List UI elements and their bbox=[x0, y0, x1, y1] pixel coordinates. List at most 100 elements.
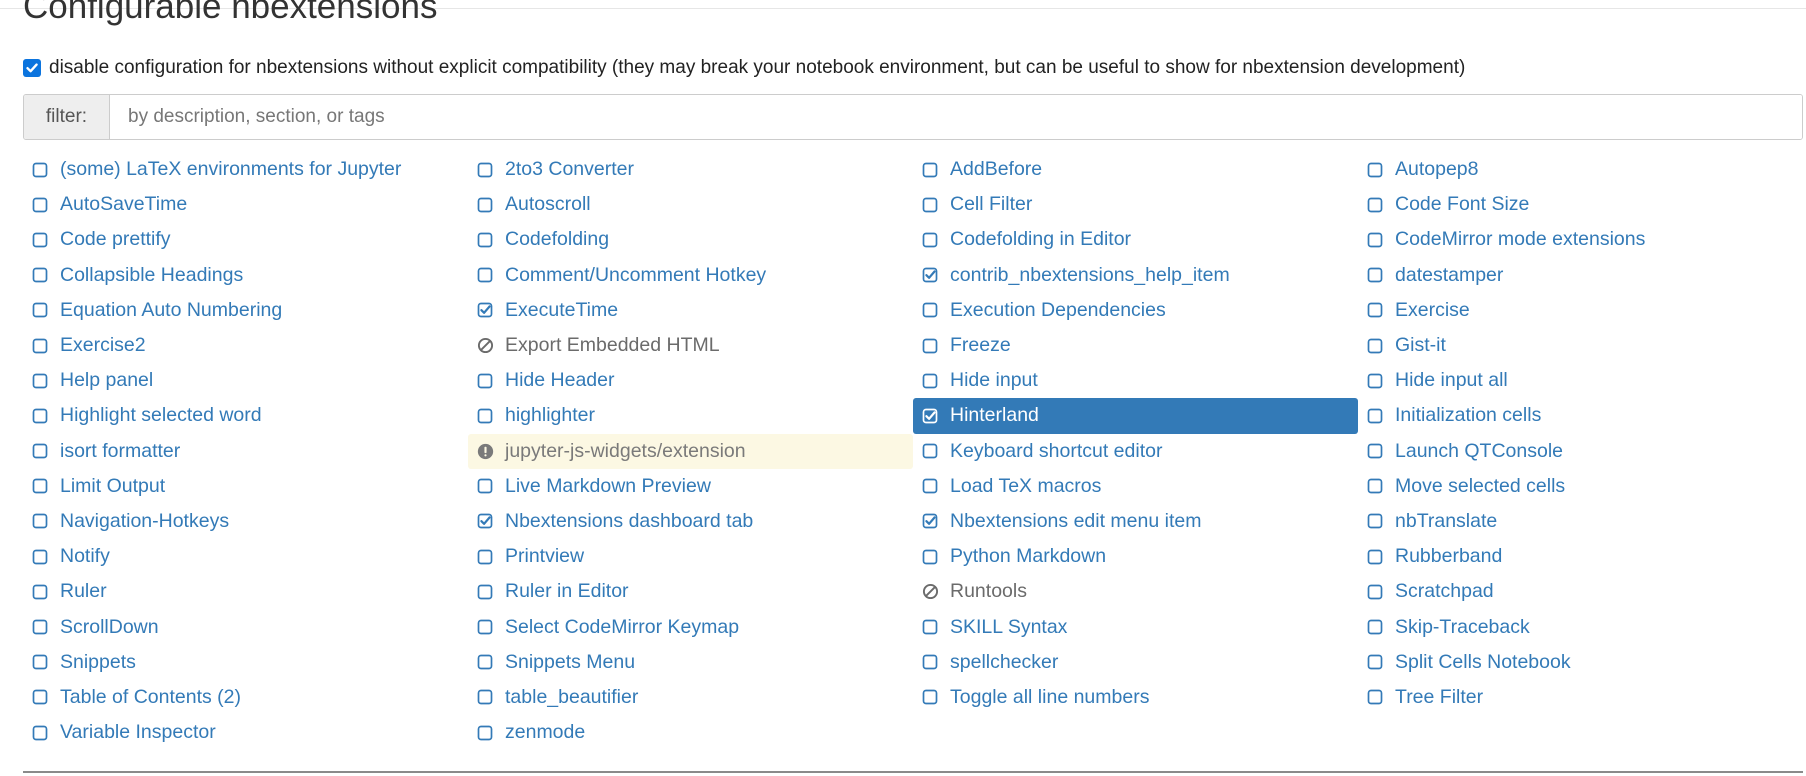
nbextension-label: Limit Output bbox=[60, 474, 166, 497]
nbextension-export-embedded-html[interactable]: Export Embedded HTML bbox=[468, 328, 913, 363]
square-icon bbox=[922, 653, 940, 671]
square-icon bbox=[1367, 161, 1385, 179]
nbextension-skill-syntax[interactable]: SKILL Syntax bbox=[913, 609, 1358, 644]
nbextension-label: spellchecker bbox=[950, 650, 1059, 673]
nbextension-collapsible-headings[interactable]: Collapsible Headings bbox=[23, 258, 468, 293]
nbextension-nbtranslate[interactable]: nbTranslate bbox=[1358, 504, 1803, 539]
nbextension-addbefore[interactable]: AddBefore bbox=[913, 152, 1358, 187]
nbextension-load-tex-macros[interactable]: Load TeX macros bbox=[913, 469, 1358, 504]
square-icon bbox=[922, 337, 940, 355]
nbextension-ruler-in-editor[interactable]: Ruler in Editor bbox=[468, 574, 913, 609]
check-square-icon bbox=[922, 512, 940, 530]
nbextension-move-selected-cells[interactable]: Move selected cells bbox=[1358, 469, 1803, 504]
nbextension-code-font-size[interactable]: Code Font Size bbox=[1358, 187, 1803, 222]
square-icon bbox=[922, 477, 940, 495]
compat-label: disable configuration for nbextensions w… bbox=[49, 57, 1466, 78]
square-icon bbox=[32, 196, 50, 214]
nbextension-exercise[interactable]: Exercise bbox=[1358, 293, 1803, 328]
nbextension-table-of-contents-2[interactable]: Table of Contents (2) bbox=[23, 680, 468, 715]
nbextension-highlight-selected-word[interactable]: Highlight selected word bbox=[23, 398, 468, 433]
nbextension-isort-formatter[interactable]: isort formatter bbox=[23, 434, 468, 469]
nbextension-keyboard-shortcut-editor[interactable]: Keyboard shortcut editor bbox=[913, 434, 1358, 469]
nbextension-code-prettify[interactable]: Code prettify bbox=[23, 222, 468, 257]
nbextension-label: Skip-Traceback bbox=[1395, 615, 1530, 638]
nbextension-gist-it[interactable]: Gist-it bbox=[1358, 328, 1803, 363]
nbextension-table-beautifier[interactable]: table_beautifier bbox=[468, 680, 913, 715]
nbextension-autopep8[interactable]: Autopep8 bbox=[1358, 152, 1803, 187]
nbextension-launch-qtconsole[interactable]: Launch QTConsole bbox=[1358, 434, 1803, 469]
nbextension-comment-uncomment-hotkey[interactable]: Comment/Uncomment Hotkey bbox=[468, 258, 913, 293]
nbextension-tree-filter[interactable]: Tree Filter bbox=[1358, 680, 1803, 715]
nbextension-initialization-cells[interactable]: Initialization cells bbox=[1358, 398, 1803, 433]
nbextension-limit-output[interactable]: Limit Output bbox=[23, 469, 468, 504]
nbextension-ruler[interactable]: Ruler bbox=[23, 574, 468, 609]
nbextension-freeze[interactable]: Freeze bbox=[913, 328, 1358, 363]
nbextension-hide-input-all[interactable]: Hide input all bbox=[1358, 363, 1803, 398]
square-icon bbox=[1367, 266, 1385, 284]
nbextension-hide-input[interactable]: Hide input bbox=[913, 363, 1358, 398]
nbextension-cell-filter[interactable]: Cell Filter bbox=[913, 187, 1358, 222]
square-icon bbox=[32, 512, 50, 530]
nbextension-toggle-all-line-numbers[interactable]: Toggle all line numbers bbox=[913, 680, 1358, 715]
compat-checkbox[interactable] bbox=[23, 59, 41, 77]
nbextension-exercise2[interactable]: Exercise2 bbox=[23, 328, 468, 363]
nbextension-python-markdown[interactable]: Python Markdown bbox=[913, 539, 1358, 574]
filter-group: filter: bbox=[23, 94, 1803, 140]
nbextension-datestamper[interactable]: datestamper bbox=[1358, 258, 1803, 293]
nbextension-skip-traceback[interactable]: Skip-Traceback bbox=[1358, 609, 1803, 644]
nbextension-help-panel[interactable]: Help panel bbox=[23, 363, 468, 398]
nbextension-split-cells-notebook[interactable]: Split Cells Notebook bbox=[1358, 645, 1803, 680]
square-icon bbox=[477, 407, 495, 425]
nbextension-scrolldown[interactable]: ScrollDown bbox=[23, 609, 468, 644]
nbextension-spellchecker[interactable]: spellchecker bbox=[913, 645, 1358, 680]
nbextension-codefolding-in-editor[interactable]: Codefolding in Editor bbox=[913, 222, 1358, 257]
filter-input[interactable] bbox=[110, 95, 1802, 139]
nbextension-navigation-hotkeys[interactable]: Navigation-Hotkeys bbox=[23, 504, 468, 539]
nbextension-codemirror-mode-extensions[interactable]: CodeMirror mode extensions bbox=[1358, 222, 1803, 257]
nbextension-snippets-menu[interactable]: Snippets Menu bbox=[468, 645, 913, 680]
nbextension-label: Hide input all bbox=[1395, 369, 1508, 392]
nbextension-notify[interactable]: Notify bbox=[23, 539, 468, 574]
nbextension-autosavetime[interactable]: AutoSaveTime bbox=[23, 187, 468, 222]
nbextension-zenmode[interactable]: zenmode bbox=[468, 715, 913, 750]
nbextension-highlighter[interactable]: highlighter bbox=[468, 398, 913, 433]
nbextension-codefolding[interactable]: Codefolding bbox=[468, 222, 913, 257]
bottom-divider bbox=[23, 771, 1803, 773]
square-icon bbox=[32, 688, 50, 706]
nbextension-scratchpad[interactable]: Scratchpad bbox=[1358, 574, 1803, 609]
square-icon bbox=[477, 477, 495, 495]
nbextension-live-markdown-preview[interactable]: Live Markdown Preview bbox=[468, 469, 913, 504]
compat-option: disable configuration for nbextensions w… bbox=[23, 56, 1465, 80]
nbextension-label: ExecuteTime bbox=[505, 298, 619, 321]
nbextension-execution-dependencies[interactable]: Execution Dependencies bbox=[913, 293, 1358, 328]
nbextension-equation-auto-numbering[interactable]: Equation Auto Numbering bbox=[23, 293, 468, 328]
square-icon bbox=[1367, 442, 1385, 460]
nbextension-variable-inspector[interactable]: Variable Inspector bbox=[23, 715, 468, 750]
nbextension-hide-header[interactable]: Hide Header bbox=[468, 363, 913, 398]
nbextension-some-latex-environments-for-jupyter[interactable]: (some) LaTeX environments for Jupyter bbox=[23, 152, 468, 187]
nbextension-contrib-nbextensions-help-item[interactable]: contrib_nbextensions_help_item bbox=[913, 258, 1358, 293]
nbextension-nbextensions-dashboard-tab[interactable]: Nbextensions dashboard tab bbox=[468, 504, 913, 539]
nbextension-autoscroll[interactable]: Autoscroll bbox=[468, 187, 913, 222]
nbextension-runtools[interactable]: Runtools bbox=[913, 574, 1358, 609]
nbextension-label: Snippets Menu bbox=[505, 650, 636, 673]
nbextension-select-codemirror-keymap[interactable]: Select CodeMirror Keymap bbox=[468, 609, 913, 644]
square-icon bbox=[1367, 512, 1385, 530]
nbextension-rubberband[interactable]: Rubberband bbox=[1358, 539, 1803, 574]
nbextension-label: (some) LaTeX environments for Jupyter bbox=[60, 158, 402, 181]
nbextension-nbextensions-edit-menu-item[interactable]: Nbextensions edit menu item bbox=[913, 504, 1358, 539]
nbextension-jupyter-js-widgets-extension[interactable]: jupyter-js-widgets/extension bbox=[468, 433, 913, 469]
nbextension-executetime[interactable]: ExecuteTime bbox=[468, 293, 913, 328]
nbextension-label: Comment/Uncomment Hotkey bbox=[505, 263, 767, 286]
nbextension-snippets[interactable]: Snippets bbox=[23, 645, 468, 680]
nbextension-2to3-converter[interactable]: 2to3 Converter bbox=[468, 152, 913, 187]
square-icon bbox=[32, 653, 50, 671]
nbextension-label: contrib_nbextensions_help_item bbox=[950, 263, 1230, 286]
square-icon bbox=[32, 337, 50, 355]
nbextension-printview[interactable]: Printview bbox=[468, 539, 913, 574]
nbextension-label: Export Embedded HTML bbox=[505, 334, 720, 357]
nbextension-label: jupyter-js-widgets/extension bbox=[505, 439, 746, 462]
square-icon bbox=[32, 407, 50, 425]
nbextension-label: AutoSaveTime bbox=[60, 193, 188, 216]
nbextension-hinterland[interactable]: Hinterland bbox=[913, 398, 1358, 434]
